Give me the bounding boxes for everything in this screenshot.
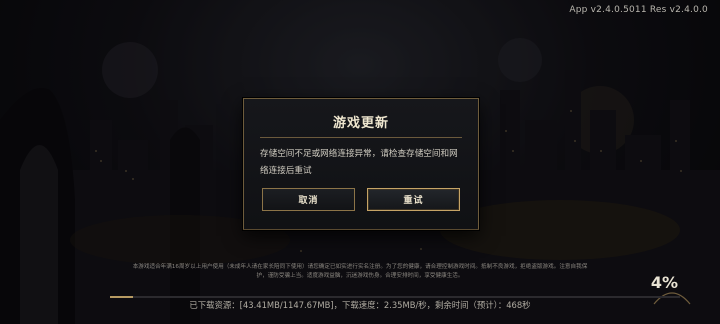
dialog-body: 游戏更新 存储空间不足或网络连接异常，请检查存储空间和网络连接后重试 取消 重试 bbox=[254, 99, 468, 229]
progress-fill bbox=[110, 296, 133, 298]
dialog-title: 游戏更新 bbox=[332, 116, 389, 131]
version-label: App v2.4.0.5011 Res v2.4.0.0 bbox=[569, 5, 708, 15]
retry-button[interactable]: 重试 bbox=[367, 188, 460, 211]
health-notice: 本游戏适合年满16周岁以上用户使用（未成年人请在家长陪同下使用）请您确定已如实进… bbox=[132, 264, 588, 279]
dialog-bottom-divider bbox=[243, 229, 479, 230]
cancel-button[interactable]: 取消 bbox=[262, 188, 355, 211]
update-dialog: 游戏更新 存储空间不足或网络连接异常，请检查存储空间和网络连接后重试 取消 重试 bbox=[243, 98, 479, 230]
title-divider bbox=[260, 137, 462, 138]
game-screen: App v2.4.0.5011 Res v2.4.0.0 游戏更新 存储空间不足… bbox=[0, 0, 720, 324]
download-info: 已下载资源：[43.41MB/1147.67MB]，下载速度：2.35MB/秒，… bbox=[189, 300, 531, 310]
progress-bar bbox=[110, 296, 680, 298]
dialog-message: 存储空间不足或网络连接异常，请检查存储空间和网络连接后重试 bbox=[260, 149, 458, 176]
